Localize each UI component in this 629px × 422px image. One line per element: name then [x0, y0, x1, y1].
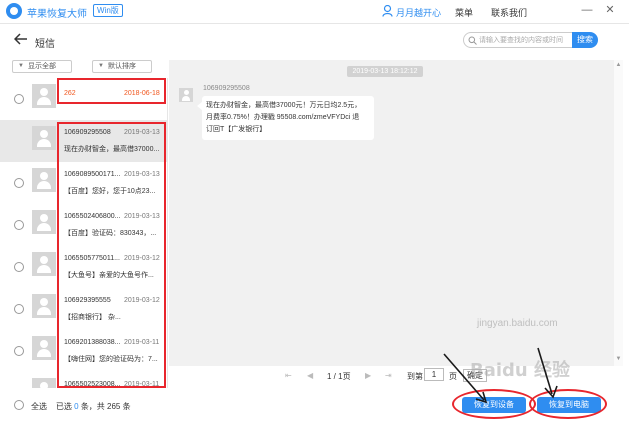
scroll-up-icon[interactable]: ▲	[615, 62, 622, 69]
message-sender: 262	[64, 90, 76, 97]
message-sender: 1065502523008...	[64, 381, 121, 388]
goto-label: 到第	[407, 372, 423, 381]
scroll-down-icon[interactable]: ▼	[615, 356, 622, 363]
message-sender: 1065505775011...	[64, 255, 120, 262]
goto-confirm-button[interactable]: 确定	[463, 369, 487, 382]
message-date: 2019-03-11	[124, 339, 160, 346]
chevron-down-icon: ▼	[98, 63, 104, 69]
row-select-radio[interactable]	[14, 220, 24, 230]
selected-prefix: 已选	[55, 402, 72, 411]
user-menu[interactable]: 月月越开心	[396, 6, 441, 19]
page-title: 短信	[35, 39, 55, 50]
show-filter-select[interactable]: ▼ 显示全部	[12, 60, 72, 73]
user-icon	[382, 5, 393, 17]
search-button[interactable]: 搜索	[572, 32, 598, 48]
search-box	[463, 32, 573, 48]
contact-avatar-icon	[32, 126, 56, 150]
last-page-icon[interactable]: ⇥	[385, 371, 392, 380]
pagination: ⇤ ◀ 1 / 1页 ▶ ⇥ 到第 页 确定	[169, 366, 623, 386]
recover-to-pc-button[interactable]: 恢复到电脑	[537, 397, 601, 413]
search-input[interactable]	[479, 34, 571, 46]
minimize-button[interactable]: —	[580, 3, 594, 17]
message-preview: 【大鱼号】亲爱的大鱼号作...	[64, 272, 154, 279]
list-item[interactable]: 1065502406800... 2019-03-13 【百度】验证码：8303…	[0, 204, 167, 246]
message-preview: 【招商银行】 杂...	[64, 314, 121, 321]
contact-avatar-icon	[32, 378, 56, 388]
message-sender: 1069201388038...	[64, 339, 121, 346]
message-preview: 【百度】验证码：830343，...	[64, 230, 157, 237]
contact-avatar-icon	[32, 168, 56, 192]
selected-count: 0	[74, 402, 79, 411]
next-page-icon[interactable]: ▶	[365, 371, 371, 380]
list-item[interactable]: 1069089500171... 2019-03-13 【百度】您好，您于10点…	[0, 162, 167, 204]
message-preview: 现在办财智金，最高借37000...	[64, 146, 160, 153]
first-page-icon[interactable]: ⇤	[285, 371, 292, 380]
row-select-radio[interactable]	[14, 346, 24, 356]
message-sender: 106929395555	[64, 297, 111, 304]
message-date: 2019-03-12	[124, 297, 160, 304]
prev-page-icon[interactable]: ◀	[307, 371, 313, 380]
contact-avatar-icon	[32, 294, 56, 318]
contact-avatar-icon	[32, 252, 56, 276]
select-all-label[interactable]: 全选	[31, 402, 47, 411]
list-item[interactable]: 106929395555 2019-03-12 【招商银行】 杂...	[0, 288, 167, 330]
title-bar: 苹果恢复大师 Win版 月月越开心 菜单 联系我们 — ✕	[0, 0, 629, 24]
message-date: 2019-03-13	[124, 213, 160, 220]
message-sender: 106909295508	[64, 129, 111, 136]
recover-to-device-button[interactable]: 恢复到设备	[462, 397, 526, 413]
sort-value: 默认排序	[108, 63, 136, 70]
sender-avatar-icon	[179, 88, 193, 102]
message-timestamp: 2019-03-13 18:12:12	[347, 66, 423, 77]
sort-select[interactable]: ▼ 默认排序	[92, 60, 152, 73]
list-item[interactable]: 1065502523008... 2019-03-11	[0, 372, 167, 388]
message-date: 2019-03-12	[124, 255, 160, 262]
message-date: 2019-03-11	[124, 381, 160, 388]
contact-avatar-icon	[32, 84, 56, 108]
selection-summary: 全选 已选 0 条，共 265 条	[31, 401, 131, 412]
message-line: 订回T【广发银行】	[206, 126, 267, 133]
row-select-radio[interactable]	[14, 304, 24, 314]
message-sender: 1069089500171...	[64, 171, 121, 178]
message-preview: 【百度】您好，您于10点23...	[64, 188, 156, 195]
show-filter-value: 显示全部	[28, 63, 56, 70]
message-date: 2019-03-13	[124, 171, 160, 178]
close-button[interactable]: ✕	[603, 3, 617, 17]
message-line: 现在办财智金，最高借37000元！万元日均2.5元，	[206, 102, 362, 109]
page-indicator: 1 / 1页	[327, 372, 351, 381]
message-bubble: 现在办财智金，最高借37000元！万元日均2.5元， 月费率0.75%！办理戳 …	[197, 96, 374, 140]
conversation-scrollbar[interactable]: ▲ ▼	[614, 60, 623, 366]
row-select-radio[interactable]	[14, 178, 24, 188]
edition-badge: Win版	[93, 4, 123, 17]
message-date: 2019-03-13	[124, 129, 160, 136]
list-item[interactable]: 106909295508 2019-03-13 现在办财智金，最高借37000.…	[0, 120, 167, 162]
contact-us-link[interactable]: 联系我们	[491, 6, 527, 19]
app-title: 苹果恢复大师	[27, 9, 87, 20]
selected-suffix: 条，共 265 条	[80, 402, 131, 411]
contact-avatar-icon	[32, 210, 56, 234]
list-item[interactable]: 1065505775011... 2019-03-12 【大鱼号】亲爱的大鱼号作…	[0, 246, 167, 288]
message-list: 262 2018-06-18 106909295508 2019-03-13 现…	[0, 78, 168, 388]
conversation-sender: 106909295508	[203, 85, 250, 92]
list-item[interactable]: 262 2018-06-18	[0, 78, 167, 120]
conversation-panel: 2019-03-13 18:12:12 106909295508 现在办财智金，…	[169, 60, 614, 366]
message-sender: 1065502406800...	[64, 213, 121, 220]
chevron-down-icon: ▼	[18, 63, 24, 69]
main-menu-button[interactable]: 菜单	[455, 6, 473, 19]
page-unit-label: 页	[449, 372, 457, 381]
page-header: 短信 搜索	[0, 24, 629, 56]
goto-page-input[interactable]	[424, 368, 444, 381]
row-select-radio[interactable]	[14, 262, 24, 272]
message-line: 月费率0.75%！办理戳 95508.com/zmeVFYDci 退	[206, 114, 360, 121]
contact-avatar-icon	[32, 336, 56, 360]
select-all-radio[interactable]	[14, 400, 24, 410]
list-item[interactable]: 1069201388038... 2019-03-11 【嗨住网】您的验证码为：…	[0, 330, 167, 372]
row-select-radio[interactable]	[14, 94, 24, 104]
message-preview: 【嗨住网】您的验证码为：7...	[64, 356, 158, 363]
back-arrow-icon[interactable]	[14, 33, 28, 45]
message-date: 2018-06-18	[124, 90, 160, 97]
search-icon	[468, 36, 477, 45]
app-logo-icon	[6, 3, 22, 19]
